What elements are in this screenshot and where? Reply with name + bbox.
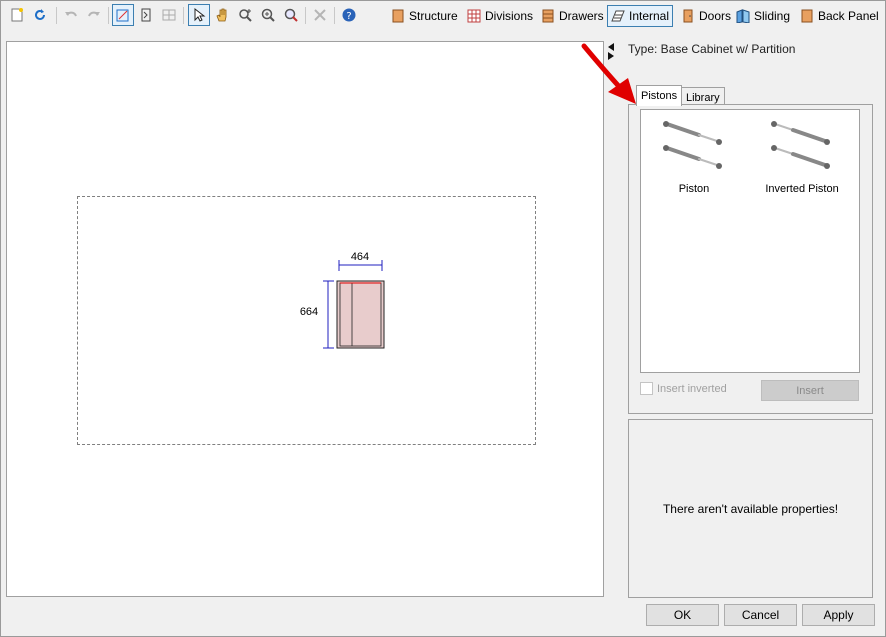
structure-button[interactable]: Structure <box>388 5 461 27</box>
piston-list[interactable]: Piston Inverted Piston <box>640 109 860 373</box>
back-panel-icon <box>800 9 814 23</box>
undo-icon[interactable] <box>60 4 82 26</box>
help-icon[interactable]: ? <box>338 4 360 26</box>
design-canvas[interactable] <box>6 41 604 597</box>
sliding-label: Sliding <box>754 9 791 23</box>
divisions-button[interactable]: Divisions <box>464 5 536 27</box>
insert-inverted-label: Insert inverted <box>657 382 727 395</box>
drawers-label: Drawers <box>559 9 604 23</box>
back-panel-button[interactable]: Back Panel <box>797 5 882 27</box>
toolbar: ? Structure Divisions Drawers Internal D… <box>2 4 884 32</box>
delete-icon[interactable] <box>309 4 331 26</box>
drawers-button[interactable]: Drawers <box>538 5 607 27</box>
cabinet <box>336 280 385 349</box>
structure-icon <box>391 9 405 23</box>
grid-icon[interactable] <box>158 4 180 26</box>
panel-icon[interactable] <box>135 4 157 26</box>
internal-label: Internal <box>629 9 670 23</box>
ok-button[interactable]: OK <box>646 604 719 626</box>
width-dimension-label: 464 <box>350 251 370 263</box>
refresh-icon[interactable] <box>29 4 51 26</box>
doors-button[interactable]: Doors <box>678 5 734 27</box>
height-dimension-label: 664 <box>299 306 319 318</box>
select-zone-icon[interactable] <box>112 4 134 26</box>
inverted-piston-label: Inverted Piston <box>765 183 839 195</box>
sliding-button[interactable]: Sliding <box>733 5 793 27</box>
drawers-icon <box>541 9 555 23</box>
piston-icon <box>663 121 722 169</box>
list-item-piston[interactable]: Piston <box>649 118 739 195</box>
cabinet-drawing <box>323 260 385 349</box>
insert-inverted-checkbox[interactable]: Insert inverted <box>640 382 727 395</box>
new-icon[interactable] <box>6 4 28 26</box>
internal-button[interactable]: Internal <box>607 5 674 27</box>
annotation-arrow <box>581 43 636 104</box>
divisions-icon <box>467 9 481 23</box>
checkbox-box[interactable] <box>640 382 653 395</box>
back-panel-label: Back Panel <box>818 9 879 23</box>
zoom-out-icon[interactable] <box>280 4 302 26</box>
sliding-icon <box>736 9 750 24</box>
cancel-button[interactable]: Cancel <box>724 604 797 626</box>
doors-label: Doors <box>699 9 732 23</box>
divisions-label: Divisions <box>485 9 534 23</box>
internal-icon <box>611 9 625 23</box>
redo-icon[interactable] <box>83 4 105 26</box>
tab-pistons[interactable]: Pistons <box>636 85 683 106</box>
svg-text:?: ? <box>346 11 351 22</box>
inverted-piston-icon <box>771 121 830 169</box>
list-item-inverted-piston[interactable]: Inverted Piston <box>757 118 847 195</box>
no-properties-message: There aren't available properties! <box>662 502 839 516</box>
insert-button[interactable]: Insert <box>761 380 859 401</box>
piston-label: Piston <box>678 183 710 195</box>
cabinet-type-label: Type: Base Cabinet w/ Partition <box>628 42 796 56</box>
pan-hand-icon[interactable] <box>211 4 233 26</box>
apply-button[interactable]: Apply <box>802 604 875 626</box>
pointer-icon[interactable] <box>188 4 210 26</box>
zoom-fit-icon[interactable] <box>234 4 256 26</box>
zoom-in-icon[interactable] <box>257 4 279 26</box>
doors-icon <box>681 9 695 23</box>
structure-label: Structure <box>409 9 458 23</box>
